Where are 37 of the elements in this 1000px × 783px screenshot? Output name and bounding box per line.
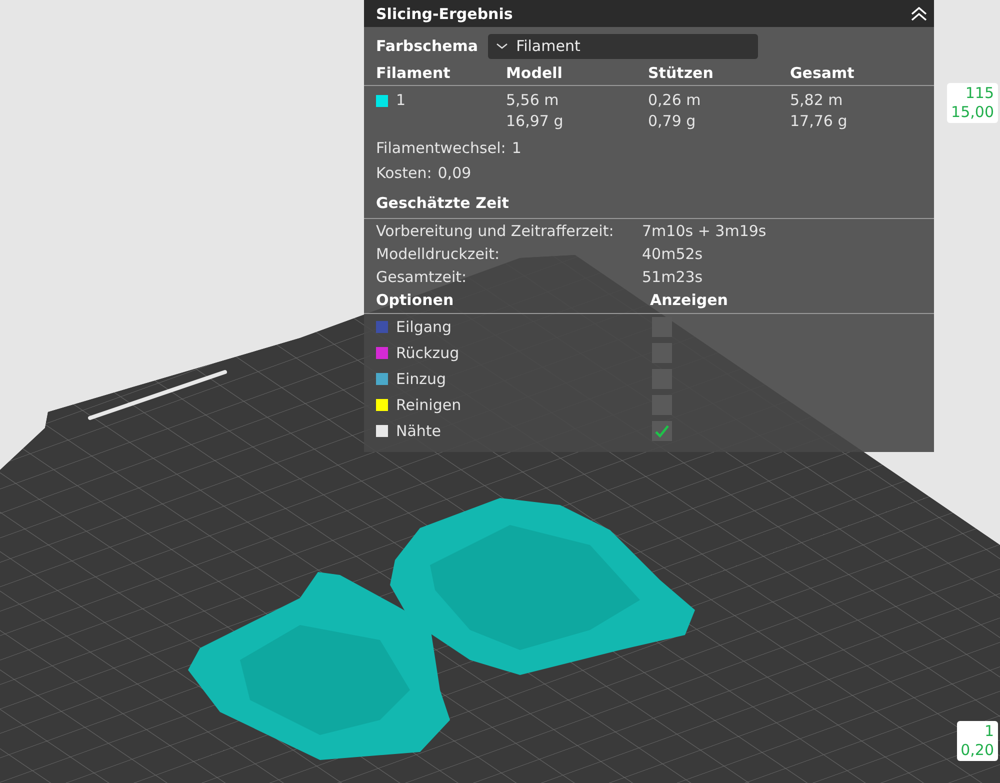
column-header: Gesamt — [790, 64, 856, 82]
table-cell: 0,26 m — [648, 90, 701, 111]
option-label: Rückzug — [396, 342, 460, 364]
column-header: Filament — [376, 64, 452, 82]
column-header: Anzeigen — [650, 291, 729, 311]
table-cell: 5,56 m — [506, 90, 559, 111]
time-label: Modelldruckzeit: — [376, 244, 501, 265]
time-label: Gesamtzeit: — [376, 267, 468, 288]
stat-label: Kosten: — [376, 163, 432, 184]
table-cell: 17,76 g — [790, 111, 848, 132]
time-value: 7m10s + 3m19s — [642, 221, 768, 242]
option-label: Nähte — [396, 420, 442, 442]
collapse-icon[interactable] — [910, 6, 928, 20]
section-title: Geschätzte Zeit — [364, 186, 934, 219]
time-value: 40m52s — [642, 244, 704, 265]
table-cell: 0,79 g — [648, 111, 696, 132]
caret-icon — [496, 42, 508, 50]
column-header: Optionen — [376, 291, 455, 311]
layer-value-label: 1 0,20 — [956, 721, 998, 761]
stat-value: 0,09 — [438, 163, 472, 184]
time-value: 51m23s — [642, 267, 704, 288]
column-header: Modell — [506, 64, 564, 82]
filament-number: 1 — [396, 90, 406, 111]
option-label: Einzug — [396, 368, 446, 390]
time-label: Vorbereitung und Zeitrafferzeit: — [376, 221, 615, 242]
panel-title: Slicing-Ergebnis — [376, 4, 513, 22]
table-cell: 5,82 m — [790, 90, 843, 111]
layer-value-label: 115 15,00 — [947, 83, 998, 123]
color-scheme-dropdown[interactable]: Filament — [488, 34, 758, 58]
table-cell: 16,97 g — [506, 111, 564, 132]
column-header: Stützen — [648, 64, 714, 82]
option-label: Eilgang — [396, 316, 452, 338]
show-checkbox[interactable] — [652, 421, 672, 441]
stat-value: 1 — [512, 138, 522, 159]
color-scheme-label: Farbschema — [376, 37, 478, 55]
stat-label: Filamentwechsel: — [376, 138, 506, 159]
option-label: Reinigen — [396, 394, 462, 416]
